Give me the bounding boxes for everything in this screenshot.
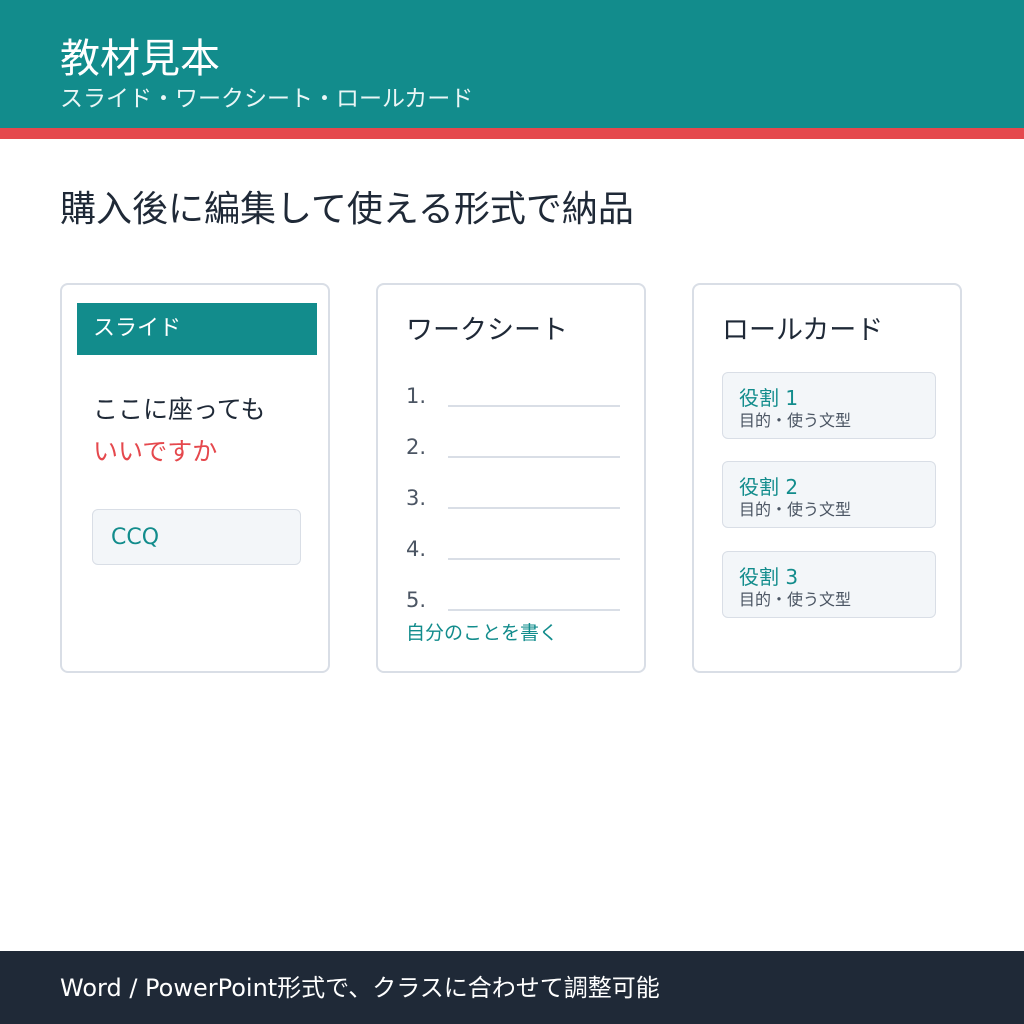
slide-band-label: スライド [93,316,182,341]
header-bar: 教材見本 スライド・ワークシート・ロールカード [0,0,1024,128]
role-box: 役割 2 目的・使う文型 [722,461,936,528]
slide-header-band: スライド [77,303,317,355]
header-accent-stripe [0,128,1024,139]
ccq-box: CCQ [92,509,301,565]
slide-card: スライド ここに座っても いいですか CCQ [60,283,330,673]
worksheet-item-number: 2. [406,435,427,459]
role-subtitle: 目的・使う文型 [739,500,852,519]
role-title: 役割 3 [739,565,799,589]
role-box: 役割 1 目的・使う文型 [722,372,936,439]
rolecard-card: ロールカード 役割 1 目的・使う文型 役割 2 目的・使う文型 役割 3 目的… [692,283,962,673]
ccq-label: CCQ [111,525,160,550]
worksheet-card: ワークシート 1. 2. 3. 4. 5. 自分のことを書く [376,283,646,673]
footer-text: Word / PowerPoint形式で、クラスに合わせて調整可能 [60,974,660,1002]
worksheet-item-number: 1. [406,384,427,408]
worksheet-item-number: 3. [406,486,427,510]
role-box: 役割 3 目的・使う文型 [722,551,936,618]
page-title: 教材見本 [60,36,220,82]
slide-text-line2: いいですか [93,437,218,466]
slide-text-line1: ここに座っても [93,395,266,424]
role-title: 役割 2 [739,475,799,499]
worksheet-answer-line [448,609,620,611]
worksheet-footer-note: 自分のことを書く [406,622,559,644]
role-subtitle: 目的・使う文型 [739,411,852,430]
worksheet-title: ワークシート [406,315,568,346]
worksheet-item-number: 5. [406,588,427,612]
role-title: 役割 1 [739,386,799,410]
worksheet-answer-line [448,558,620,560]
role-subtitle: 目的・使う文型 [739,590,852,609]
worksheet-item-number: 4. [406,537,427,561]
footer-bar: Word / PowerPoint形式で、クラスに合わせて調整可能 [0,951,1024,1024]
worksheet-answer-line [448,405,620,407]
rolecard-title: ロールカード [722,315,884,346]
worksheet-answer-line [448,456,620,458]
page-subtitle: スライド・ワークシート・ロールカード [60,86,474,112]
headline: 購入後に編集して使える形式で納品 [60,189,634,230]
worksheet-answer-line [448,507,620,509]
